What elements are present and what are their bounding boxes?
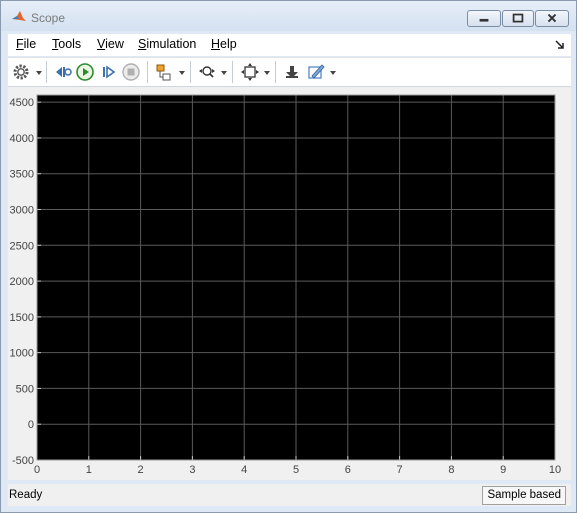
style-dropdown-icon[interactable] — [330, 71, 336, 75]
step-back-icon[interactable] — [53, 62, 73, 82]
y-tick-label: 3500 — [10, 169, 34, 181]
toolbar-separator — [147, 61, 148, 83]
style-icon[interactable] — [306, 62, 326, 82]
y-tick-label: 4500 — [10, 97, 34, 109]
autoscale-icon[interactable] — [240, 62, 260, 82]
menu-bar: File Tools View Simulation Help — [8, 34, 571, 56]
x-tick-label: 4 — [241, 464, 247, 476]
y-tick-label: 1500 — [10, 312, 34, 324]
x-tick-label: 0 — [34, 464, 40, 476]
settings-dropdown-icon[interactable] — [36, 71, 42, 75]
y-tick-label: 3000 — [10, 205, 34, 217]
y-tick-label: 2000 — [10, 276, 34, 288]
scope-display[interactable]: 0 1 2 3 4 5 6 7 8 9 10 -500 0 500 1000 1500 2000 2500 3000… — [8, 87, 571, 480]
status-text: Ready — [9, 489, 43, 501]
scope-axes[interactable]: 0 1 2 3 4 5 6 7 8 9 10-500050010001500200025003000… — [8, 87, 571, 480]
maximize-button[interactable] — [502, 10, 534, 27]
stop-icon[interactable] — [121, 62, 141, 82]
menu-help[interactable]: Help — [211, 37, 237, 51]
autoscale-dropdown-icon[interactable] — [264, 71, 270, 75]
x-tick-label: 2 — [138, 464, 144, 476]
dock-icon[interactable] — [555, 40, 565, 50]
zoom-dropdown-icon[interactable] — [221, 71, 227, 75]
y-tick-label: 1000 — [10, 348, 34, 360]
x-tick-label: 3 — [189, 464, 195, 476]
x-tick-label: 7 — [397, 464, 403, 476]
close-icon — [547, 13, 557, 23]
highlight-block-icon[interactable] — [282, 62, 302, 82]
toolbar-separator — [190, 61, 191, 83]
status-bar: Ready Sample based — [8, 484, 571, 506]
settings-icon[interactable] — [11, 62, 31, 82]
menu-view[interactable]: View — [97, 37, 124, 51]
window-title: Scope — [31, 11, 66, 25]
run-icon[interactable] — [75, 62, 95, 82]
x-tick-label: 6 — [345, 464, 351, 476]
menu-tools[interactable]: Tools — [52, 37, 81, 51]
close-button[interactable] — [535, 10, 569, 27]
maximize-icon — [512, 13, 524, 23]
x-tick-label: 9 — [500, 464, 506, 476]
x-tick-label: 10 — [549, 464, 561, 476]
toolbar-separator — [232, 61, 233, 83]
menu-simulation[interactable]: Simulation — [138, 37, 196, 51]
scope-window: Scope File Tools View Simulation Help 0 … — [0, 0, 577, 513]
signal-selector-icon[interactable] — [154, 62, 174, 82]
x-tick-label: 5 — [293, 464, 299, 476]
toolbar — [8, 57, 571, 87]
y-tick-label: 0 — [28, 419, 34, 431]
signal-selector-dropdown-icon[interactable] — [179, 71, 185, 75]
menu-file[interactable]: File — [16, 37, 36, 51]
matlab-logo-icon — [12, 11, 26, 21]
step-forward-icon[interactable] — [99, 62, 119, 82]
toolbar-separator — [275, 61, 276, 83]
x-tick-label: 1 — [86, 464, 92, 476]
y-tick-label: 500 — [16, 383, 34, 395]
minimize-button[interactable] — [467, 10, 501, 27]
y-tick-label: -500 — [12, 455, 34, 467]
title-bar[interactable]: Scope — [1, 1, 576, 31]
minimize-icon — [479, 18, 489, 22]
zoom-icon[interactable] — [197, 62, 217, 82]
sample-mode-indicator: Sample based — [482, 486, 566, 505]
x-tick-label: 8 — [448, 464, 454, 476]
y-tick-label: 2500 — [10, 240, 34, 252]
y-tick-label: 4000 — [10, 133, 34, 145]
toolbar-separator — [46, 61, 47, 83]
